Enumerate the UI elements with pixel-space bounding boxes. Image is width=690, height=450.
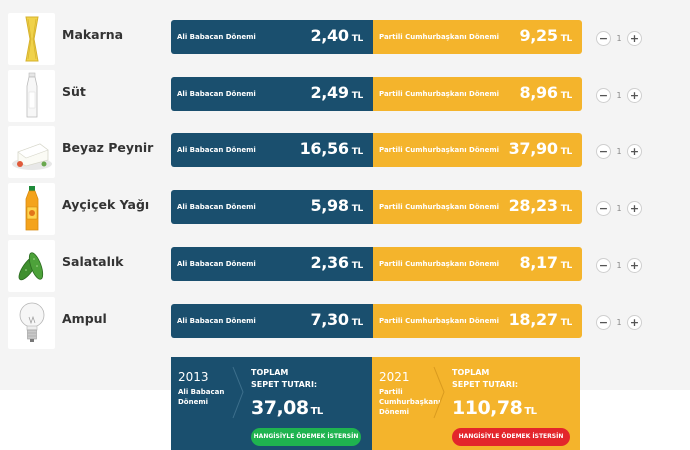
pay-button-2013[interactable]: HANGİSİYLE ÖDEMEK İSTERSİN bbox=[251, 428, 361, 446]
old-price-bar: Ali Babacan Dönemi 2,40 TL bbox=[171, 20, 373, 54]
total-amount: 37,08 TL bbox=[251, 397, 323, 419]
period-label: Ali Babacan Dönemi bbox=[177, 90, 256, 98]
total-year: 2013 bbox=[178, 370, 209, 384]
new-price: 18,27 TL bbox=[508, 310, 573, 329]
new-price-bar: Partili Cumhurbaşkanı Dönemi 37,90 TL bbox=[373, 133, 582, 167]
product-image bbox=[8, 240, 55, 292]
decrement-button[interactable]: − bbox=[596, 257, 611, 273]
old-price: 2,49 TL bbox=[310, 83, 363, 102]
period-label: Ali Babacan Dönemi bbox=[177, 203, 256, 211]
increment-button[interactable]: + bbox=[627, 200, 642, 216]
product-image bbox=[8, 13, 55, 65]
old-price-bar: Ali Babacan Dönemi 16,56 TL bbox=[171, 133, 373, 167]
decrement-button[interactable]: − bbox=[596, 143, 611, 159]
increment-button[interactable]: + bbox=[627, 257, 642, 273]
old-price-bar: Ali Babacan Dönemi 2,36 TL bbox=[171, 247, 373, 281]
total-title: TOPLAM SEPET TUTARI: bbox=[452, 368, 519, 389]
quantity-value: 1 bbox=[616, 90, 622, 100]
old-price: 2,36 TL bbox=[310, 253, 363, 272]
pasta-icon bbox=[24, 16, 39, 62]
quantity-stepper: − 1 + bbox=[596, 255, 642, 275]
product-image bbox=[8, 297, 55, 349]
period-label: Ali Babacan Dönemi bbox=[177, 33, 256, 41]
product-name: Beyaz Peynir bbox=[62, 140, 154, 155]
total-amount: 110,78 TL bbox=[452, 397, 537, 419]
old-price: 7,30 TL bbox=[310, 310, 363, 329]
period-label: Ali Babacan Dönemi bbox=[177, 146, 256, 154]
quantity-value: 1 bbox=[616, 260, 622, 270]
new-price-bar: Partili Cumhurbaşkanı Dönemi 8,96 TL bbox=[373, 77, 582, 111]
quantity-stepper: − 1 + bbox=[596, 85, 642, 105]
product-image bbox=[8, 126, 55, 178]
new-price-bar: Partili Cumhurbaşkanı Dönemi 9,25 TL bbox=[373, 20, 582, 54]
total-panel-2013: 2013 Ali Babacan Dönemi TOPLAM SEPET TUT… bbox=[171, 357, 372, 450]
chevron-right-icon bbox=[433, 366, 445, 419]
quantity-stepper: − 1 + bbox=[596, 312, 642, 332]
period-label: Partili Cumhurbaşkanı Dönemi bbox=[379, 317, 500, 325]
product-image bbox=[8, 70, 55, 122]
product-row-beyaz-peynir: Beyaz Peynir Ali Babacan Dönemi 16,56 TL … bbox=[0, 126, 690, 178]
quantity-stepper: − 1 + bbox=[596, 28, 642, 48]
increment-button[interactable]: + bbox=[627, 143, 642, 159]
quantity-stepper: − 1 + bbox=[596, 141, 642, 161]
cucumber-icon bbox=[18, 252, 43, 281]
total-title: TOPLAM SEPET TUTARI: bbox=[251, 368, 318, 389]
old-price-bar: Ali Babacan Dönemi 2,49 TL bbox=[171, 77, 373, 111]
new-price-bar: Partili Cumhurbaşkanı Dönemi 8,17 TL bbox=[373, 247, 582, 281]
product-row-ampul: Ampul Ali Babacan Dönemi 7,30 TL Partili … bbox=[0, 297, 690, 349]
product-image bbox=[8, 183, 55, 235]
product-name: Makarna bbox=[62, 27, 124, 42]
total-period-label: Ali Babacan Dönemi bbox=[178, 388, 225, 406]
product-name: Ayçiçek Yağı bbox=[62, 197, 150, 212]
period-label: Partili Cumhurbaşkanı Dönemi bbox=[379, 146, 500, 154]
decrement-button[interactable]: − bbox=[596, 87, 611, 103]
old-price-bar: Ali Babacan Dönemi 5,98 TL bbox=[171, 190, 373, 224]
quantity-value: 1 bbox=[616, 203, 622, 213]
quantity-stepper: − 1 + bbox=[596, 198, 642, 218]
decrement-button[interactable]: − bbox=[596, 30, 611, 46]
product-row-salatalik: Salatalık Ali Babacan Dönemi 2,36 TL Part… bbox=[0, 240, 690, 292]
lightbulb-icon bbox=[19, 302, 44, 342]
chevron-right-icon bbox=[232, 366, 244, 419]
old-price: 5,98 TL bbox=[310, 196, 363, 215]
product-name: Ampul bbox=[62, 311, 107, 326]
cheese-icon bbox=[11, 143, 52, 170]
new-price: 37,90 TL bbox=[508, 139, 573, 158]
oil-bottle-icon bbox=[25, 186, 38, 231]
total-panel-2021: 2021 Partili Cumhurbaşkanı Dönemi TOPLAM… bbox=[372, 357, 580, 450]
period-label: Partili Cumhurbaşkanı Dönemi bbox=[379, 90, 500, 98]
period-label: Partili Cumhurbaşkanı Dönemi bbox=[379, 203, 500, 211]
increment-button[interactable]: + bbox=[627, 30, 642, 46]
quantity-value: 1 bbox=[616, 317, 622, 327]
decrement-button[interactable]: − bbox=[596, 314, 611, 330]
new-price: 8,17 TL bbox=[519, 253, 572, 272]
new-price: 9,25 TL bbox=[519, 26, 572, 45]
new-price: 28,23 TL bbox=[508, 196, 573, 215]
product-row-aycicek-yagi: Ayçiçek Yağı Ali Babacan Dönemi 5,98 TL P… bbox=[0, 183, 690, 235]
decrement-button[interactable]: − bbox=[596, 200, 611, 216]
product-name: Salatalık bbox=[62, 254, 124, 269]
product-name: Süt bbox=[62, 84, 86, 99]
new-price-bar: Partili Cumhurbaşkanı Dönemi 28,23 TL bbox=[373, 190, 582, 224]
period-label: Ali Babacan Dönemi bbox=[177, 317, 256, 325]
pay-button-2021[interactable]: HANGİSİYLE ÖDEMEK İSTERSİN bbox=[452, 428, 570, 446]
period-label: Ali Babacan Dönemi bbox=[177, 260, 256, 268]
new-price-bar: Partili Cumhurbaşkanı Dönemi 18,27 TL bbox=[373, 304, 582, 338]
old-price-bar: Ali Babacan Dönemi 7,30 TL bbox=[171, 304, 373, 338]
product-row-makarna: Makarna Ali Babacan Dönemi 2,40 TL Partil… bbox=[0, 13, 690, 65]
total-period-label: Partili Cumhurbaşkanı Dönemi bbox=[379, 388, 441, 416]
period-label: Partili Cumhurbaşkanı Dönemi bbox=[379, 33, 500, 41]
quantity-value: 1 bbox=[616, 33, 622, 43]
increment-button[interactable]: + bbox=[627, 314, 642, 330]
total-year: 2021 bbox=[379, 370, 410, 384]
old-price: 16,56 TL bbox=[299, 139, 364, 158]
new-price: 8,96 TL bbox=[519, 83, 572, 102]
period-label: Partili Cumhurbaşkanı Dönemi bbox=[379, 260, 500, 268]
old-price: 2,40 TL bbox=[310, 26, 363, 45]
product-row-sut: Süt Ali Babacan Dönemi 2,49 TL Partili Cu… bbox=[0, 70, 690, 122]
increment-button[interactable]: + bbox=[627, 87, 642, 103]
quantity-value: 1 bbox=[616, 146, 622, 156]
milk-bottle-icon bbox=[26, 72, 37, 118]
